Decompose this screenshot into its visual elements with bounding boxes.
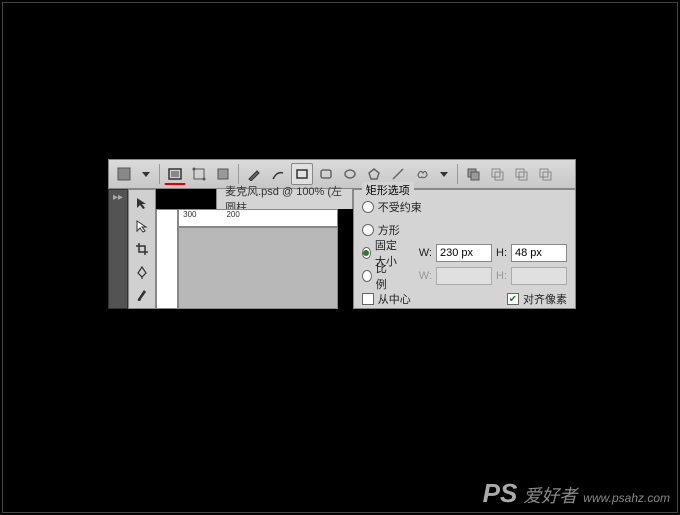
watermark-logo: PS xyxy=(483,478,518,509)
collapsed-panel[interactable]: ▸▸ xyxy=(108,189,128,309)
panel-title: 矩形选项 xyxy=(362,182,414,198)
path-selection-tool-icon[interactable] xyxy=(131,194,153,213)
brush-tool-icon[interactable] xyxy=(131,285,153,304)
shape-layers-icon[interactable] xyxy=(164,163,186,185)
radio-fixed-size[interactable] xyxy=(362,247,371,259)
radio-unconstrained[interactable] xyxy=(362,201,374,213)
watermark-text: 爱好者 xyxy=(523,482,577,508)
watermark-url: www.psahz.com xyxy=(583,491,670,505)
label-proportional: 比例 xyxy=(376,260,394,292)
h-label: H: xyxy=(496,247,507,259)
tools-panel xyxy=(128,189,156,309)
label-square: 方形 xyxy=(378,222,400,238)
canvas[interactable] xyxy=(178,227,338,309)
combine-subtract-icon[interactable] xyxy=(486,163,508,185)
rectangle-options-panel: 矩形选项 不受约束 方形 固定大小 W: H: 比例 xyxy=(353,189,576,309)
expand-arrows-icon[interactable]: ▸▸ xyxy=(113,192,123,204)
label-unconstrained: 不受约束 xyxy=(378,199,422,215)
app-window: ▸▸ 麦克风.psd @ 100% (左圆柱 xyxy=(108,159,576,329)
h-label-disabled: H: xyxy=(496,270,507,282)
checkbox-snap-pixels[interactable]: ✔ xyxy=(507,293,519,305)
direct-selection-tool-icon[interactable] xyxy=(131,217,153,236)
radio-square[interactable] xyxy=(362,224,374,236)
shape-options-dropdown[interactable] xyxy=(435,163,453,185)
combine-add-icon[interactable] xyxy=(462,163,484,185)
label-snap-pixels: 对齐像素 xyxy=(523,291,567,307)
fill-dropdown[interactable] xyxy=(137,163,155,185)
rounded-rect-tool-icon[interactable] xyxy=(315,163,337,185)
w-label: W: xyxy=(419,247,432,259)
fill-pixels-icon[interactable] xyxy=(212,163,234,185)
paths-icon[interactable] xyxy=(188,163,210,185)
custom-shape-tool-icon[interactable] xyxy=(411,163,433,185)
crop-tool-icon[interactable] xyxy=(131,240,153,259)
width-input[interactable] xyxy=(436,244,492,262)
document-tab[interactable]: 麦克风.psd @ 100% (左圆柱 xyxy=(216,189,353,209)
ruler-horizontal: 300 200 xyxy=(178,209,338,227)
radio-proportional[interactable] xyxy=(362,270,372,282)
pen-icon[interactable] xyxy=(243,163,265,185)
ruler-vertical xyxy=(156,209,178,309)
pen-tool-icon[interactable] xyxy=(131,262,153,281)
combine-exclude-icon[interactable] xyxy=(534,163,556,185)
fill-swatch[interactable] xyxy=(113,163,135,185)
freeform-pen-icon[interactable] xyxy=(267,163,289,185)
prop-height-input xyxy=(511,267,567,285)
height-input[interactable] xyxy=(511,244,567,262)
w-label-disabled: W: xyxy=(419,270,432,282)
label-from-center: 从中心 xyxy=(378,291,411,307)
watermark: PS 爱好者 www.psahz.com xyxy=(483,478,670,509)
rectangle-tool-icon[interactable] xyxy=(291,163,313,185)
checkbox-from-center[interactable] xyxy=(362,293,374,305)
combine-intersect-icon[interactable] xyxy=(510,163,532,185)
prop-width-input xyxy=(436,267,492,285)
ellipse-tool-icon[interactable] xyxy=(339,163,361,185)
